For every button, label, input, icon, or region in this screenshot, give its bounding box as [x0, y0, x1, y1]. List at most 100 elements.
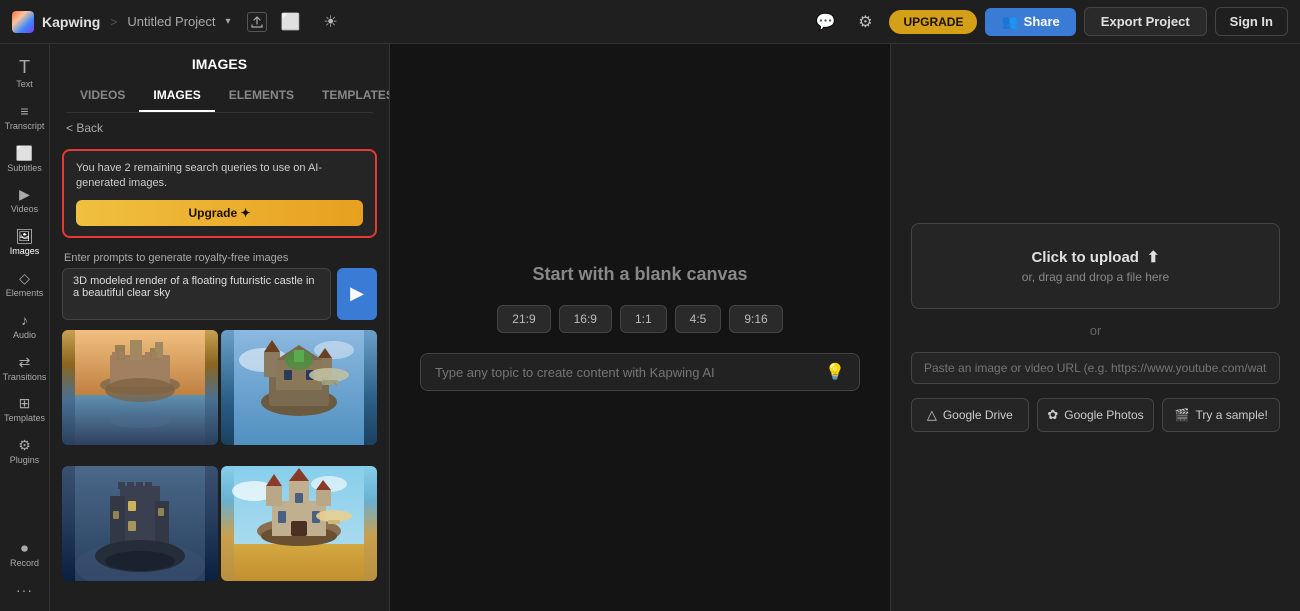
or-divider: or — [1090, 323, 1102, 338]
alert-box: You have 2 remaining search queries to u… — [62, 149, 377, 238]
upload-box[interactable]: Click to upload ⬆ or, drag and drop a fi… — [911, 223, 1280, 309]
project-chevron[interactable]: ▾ — [226, 16, 231, 27]
sidebar-item-images[interactable]: 🖼 Images — [3, 223, 47, 263]
aspect-16-9[interactable]: 16:9 — [559, 305, 612, 333]
aspect-21-9[interactable]: 21:9 — [497, 305, 550, 333]
aspect-1-1[interactable]: 1:1 — [620, 305, 667, 333]
upgrade-link-button[interactable]: Upgrade ✦ — [76, 200, 363, 226]
images-panel: IMAGES VIDEOS IMAGES ELEMENTS TEMPLATES … — [50, 44, 390, 611]
project-name: Untitled Project — [127, 14, 215, 29]
sidebar-label-subtitles: Subtitles — [7, 163, 42, 174]
audio-icon: ♪ — [21, 313, 28, 327]
sidebar-label-templates: Templates — [4, 413, 45, 424]
google-photos-button[interactable]: ✿ Google Photos — [1037, 398, 1155, 432]
url-input[interactable] — [911, 352, 1280, 384]
settings-icon[interactable]: ⚙ — [849, 6, 881, 38]
back-label: < Back — [66, 121, 103, 135]
sidebar-label-transitions: Transitions — [3, 372, 47, 383]
image-grid — [50, 330, 389, 611]
google-drive-button[interactable]: △ Google Drive — [911, 398, 1029, 432]
sidebar-item-record[interactable]: ⏺ Record — [3, 535, 47, 575]
upload-title: Click to upload ⬆ — [1031, 248, 1159, 266]
sidebar-item-templates[interactable]: ⊞ Templates — [3, 390, 47, 430]
monitor-icon[interactable]: ⬜ — [275, 6, 307, 38]
search-input[interactable] — [62, 268, 331, 320]
transitions-icon: ⇄ — [19, 355, 31, 369]
templates-icon: ⊞ — [19, 396, 31, 410]
sidebar-item-transcript[interactable]: ≡ Transcript — [3, 98, 47, 138]
logo — [12, 11, 34, 33]
sample-icon: 🎬 — [1175, 408, 1190, 422]
ai-topic-input[interactable] — [435, 365, 817, 380]
tab-images[interactable]: IMAGES — [139, 80, 214, 112]
sidebar-item-videos[interactable]: ▶ Videos — [3, 181, 47, 221]
sidebar-item-transitions[interactable]: ⇄ Transitions — [3, 349, 47, 389]
more-icon: ··· — [16, 583, 33, 597]
record-icon: ⏺ — [21, 541, 28, 555]
share-upload-icon[interactable] — [247, 12, 267, 32]
sidebar-label-plugins: Plugins — [10, 455, 40, 466]
alert-message: You have 2 remaining search queries to u… — [76, 161, 363, 192]
search-row: ▶ — [50, 268, 389, 330]
upload-subtitle: or, drag and drop a file here — [1022, 270, 1169, 284]
aspect-ratio-row: 21:9 16:9 1:1 4:5 9:16 — [497, 305, 782, 333]
sidebar-item-elements[interactable]: ◇ Elements — [3, 265, 47, 305]
upload-panel: Click to upload ⬆ or, drag and drop a fi… — [890, 44, 1300, 611]
back-button[interactable]: < Back — [50, 113, 389, 143]
image-result-3[interactable] — [62, 466, 218, 581]
aspect-9-16[interactable]: 9:16 — [729, 305, 782, 333]
topbar: Kapwing > Untitled Project ▾ ⬜ ☀ 💬 ⚙ UPG… — [0, 0, 1300, 44]
submit-icon: ▶ — [350, 283, 364, 304]
sidebar-item-subtitles[interactable]: ⬜ Subtitles — [3, 140, 47, 180]
videos-icon: ▶ — [19, 187, 30, 201]
panel-header: IMAGES VIDEOS IMAGES ELEMENTS TEMPLATES — [50, 44, 389, 113]
canvas-blank-text: Start with a blank canvas — [532, 264, 747, 285]
export-button[interactable]: Export Project — [1084, 7, 1207, 36]
elements-icon: ◇ — [19, 271, 30, 285]
ai-icon: 💡 — [825, 362, 845, 382]
sidebar-item-text[interactable]: T Text — [3, 52, 47, 96]
ai-input-row: 💡 — [420, 353, 860, 391]
image-result-2[interactable] — [221, 330, 377, 445]
sidebar-label-videos: Videos — [11, 204, 38, 215]
tab-elements[interactable]: ELEMENTS — [215, 80, 308, 112]
breadcrumb-sep: > — [110, 15, 117, 29]
image-result-4[interactable] — [221, 466, 377, 581]
upload-icon: ⬆ — [1147, 248, 1160, 266]
image-result-1[interactable] — [62, 330, 218, 445]
aspect-4-5[interactable]: 4:5 — [675, 305, 722, 333]
transcript-icon: ≡ — [20, 104, 28, 118]
service-row: △ Google Drive ✿ Google Photos 🎬 Try a s… — [911, 398, 1280, 432]
search-submit-button[interactable]: ▶ — [337, 268, 377, 320]
text-icon: T — [19, 58, 30, 76]
subtitles-icon: ⬜ — [16, 146, 33, 160]
gphotos-icon: ✿ — [1047, 407, 1058, 423]
icon-sidebar: T Text ≡ Transcript ⬜ Subtitles ▶ Videos… — [0, 44, 50, 611]
sidebar-label-text: Text — [16, 79, 33, 90]
sidebar-label-transcript: Transcript — [5, 121, 45, 132]
gdrive-icon: △ — [927, 407, 937, 423]
brightness-icon[interactable]: ☀ — [315, 6, 347, 38]
comments-icon[interactable]: 💬 — [809, 6, 841, 38]
sidebar-label-record: Record — [10, 558, 39, 569]
signin-button[interactable]: Sign In — [1215, 7, 1288, 36]
share-icon: 👥 — [1001, 14, 1017, 30]
panel-title: IMAGES — [66, 56, 373, 72]
share-button[interactable]: 👥 Share — [985, 8, 1075, 36]
canvas-area: Start with a blank canvas 21:9 16:9 1:1 … — [390, 44, 890, 611]
sidebar-label-audio: Audio — [13, 330, 36, 341]
plugins-icon: ⚙ — [18, 438, 31, 452]
images-icon: 🖼 — [16, 229, 34, 243]
sidebar-label-images: Images — [10, 246, 40, 257]
search-label: Enter prompts to generate royalty-free i… — [50, 244, 389, 268]
tab-videos[interactable]: VIDEOS — [66, 80, 139, 112]
panel-tabs: VIDEOS IMAGES ELEMENTS TEMPLATES — [66, 80, 373, 113]
sidebar-item-more[interactable]: ··· — [3, 577, 47, 603]
brand-name: Kapwing — [42, 14, 100, 30]
upgrade-button[interactable]: UPGRADE — [889, 10, 977, 34]
try-sample-button[interactable]: 🎬 Try a sample! — [1162, 398, 1280, 432]
sidebar-item-plugins[interactable]: ⚙ Plugins — [3, 432, 47, 472]
tab-templates[interactable]: TEMPLATES — [308, 80, 390, 112]
sidebar-item-audio[interactable]: ♪ Audio — [3, 307, 47, 347]
sidebar-label-elements: Elements — [6, 288, 44, 299]
